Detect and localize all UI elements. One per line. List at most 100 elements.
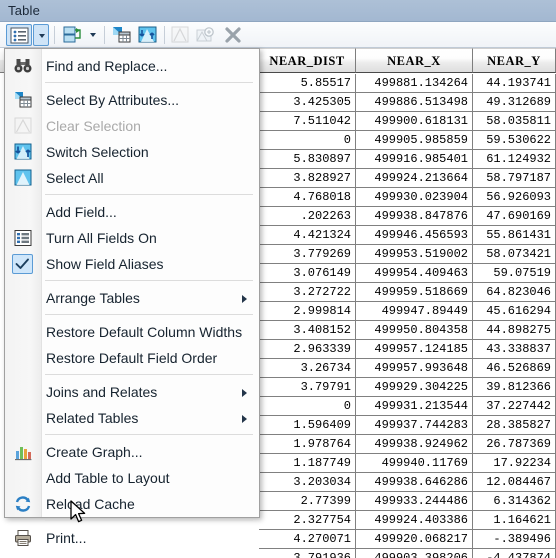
table-cell-near_dist[interactable]: 3.408152 — [259, 321, 356, 340]
table-cell-near_y[interactable]: 59.530622 — [473, 131, 556, 150]
table-cell-near_dist[interactable]: 5.830897 — [259, 150, 356, 169]
table-cell-near_y[interactable]: -.389496 — [473, 530, 556, 549]
table-cell-near_dist[interactable]: 2.999814 — [259, 302, 356, 321]
column-header-near_y[interactable]: NEAR_Y — [473, 48, 556, 73]
table-cell-near_y[interactable]: 58.073421 — [473, 245, 556, 264]
column-header-near_x[interactable]: NEAR_X — [356, 48, 473, 73]
table-cell-near_y[interactable]: 45.616294 — [473, 302, 556, 321]
table-cell-near_dist[interactable]: 3.828927 — [259, 169, 356, 188]
table-cell-near_dist[interactable]: 1.978764 — [259, 435, 356, 454]
table-cell-near_dist[interactable]: 3.779269 — [259, 245, 356, 264]
table-cell-near_y[interactable]: 44.193741 — [473, 74, 556, 93]
switch-selection-button[interactable] — [136, 24, 160, 46]
table-cell-near_x[interactable]: 499937.744283 — [356, 416, 473, 435]
table-cell-near_dist[interactable]: 3.076149 — [259, 264, 356, 283]
menu-item-reload-cache[interactable]: Reload Cache — [6, 491, 259, 517]
table-cell-near_dist[interactable]: 2.963339 — [259, 340, 356, 359]
table-cell-near_x[interactable]: 499920.068217 — [356, 530, 473, 549]
table-cell-near_x[interactable]: 499954.409463 — [356, 264, 473, 283]
zoom-to-selected-button[interactable] — [194, 24, 218, 46]
delete-button[interactable] — [222, 24, 244, 46]
table-cell-near_dist[interactable]: 0 — [259, 397, 356, 416]
table-cell-near_dist[interactable]: 3.203034 — [259, 473, 356, 492]
related-tables-dropdown[interactable] — [86, 24, 100, 46]
table-cell-near_y[interactable]: 1.164621 — [473, 511, 556, 530]
table-cell-near_dist[interactable]: 1.187749 — [259, 454, 356, 473]
table-cell-near_x[interactable]: 499924.403386 — [356, 511, 473, 530]
table-cell-near_y[interactable]: 37.227442 — [473, 397, 556, 416]
table-cell-near_x[interactable]: 499946.456593 — [356, 226, 473, 245]
table-cell-near_dist[interactable]: 1.596409 — [259, 416, 356, 435]
table-cell-near_x[interactable]: 499924.213664 — [356, 169, 473, 188]
table-cell-near_y[interactable]: 64.823046 — [473, 283, 556, 302]
menu-item-arrange-tables[interactable]: Arrange Tables — [6, 285, 259, 311]
table-cell-near_y[interactable]: 61.124932 — [473, 150, 556, 169]
table-cell-near_dist[interactable]: 3.425305 — [259, 93, 356, 112]
table-cell-near_y[interactable]: 58.797187 — [473, 169, 556, 188]
select-by-attributes-button[interactable] — [110, 24, 134, 46]
table-cell-near_y[interactable]: 28.385827 — [473, 416, 556, 435]
table-cell-near_y[interactable]: 47.690169 — [473, 207, 556, 226]
table-cell-near_y[interactable]: 17.92234 — [473, 454, 556, 473]
table-cell-near_y[interactable]: 39.812366 — [473, 378, 556, 397]
table-cell-near_y[interactable]: 6.314362 — [473, 492, 556, 511]
table-cell-near_x[interactable]: 499938.847876 — [356, 207, 473, 226]
table-cell-near_x[interactable]: 499930.023904 — [356, 188, 473, 207]
table-cell-near_dist[interactable]: 4.768018 — [259, 188, 356, 207]
table-cell-near_dist[interactable]: 3.26734 — [259, 359, 356, 378]
table-cell-near_y[interactable]: 26.787369 — [473, 435, 556, 454]
menu-item-switch-selection[interactable]: Switch Selection — [6, 139, 259, 165]
table-cell-near_dist[interactable]: 3.272722 — [259, 283, 356, 302]
table-cell-near_y[interactable]: 56.926093 — [473, 188, 556, 207]
table-cell-near_dist[interactable]: .202263 — [259, 207, 356, 226]
menu-item-print[interactable]: Print... — [6, 525, 259, 551]
menu-item-restore-default-field-order[interactable]: Restore Default Field Order — [6, 345, 259, 371]
table-cell-near_dist[interactable]: 4.270071 — [259, 530, 356, 549]
table-cell-near_dist[interactable]: 7.511042 — [259, 112, 356, 131]
table-cell-near_y[interactable]: 44.898275 — [473, 321, 556, 340]
table-cell-near_x[interactable]: 499947.89449 — [356, 302, 473, 321]
menu-item-add-table-to-layout[interactable]: Add Table to Layout — [6, 465, 259, 491]
table-cell-near_y[interactable]: 58.035811 — [473, 112, 556, 131]
table-options-dropdown[interactable] — [33, 24, 49, 46]
table-cell-near_dist[interactable]: 5.85517 — [259, 74, 356, 93]
table-cell-near_x[interactable]: 499953.519002 — [356, 245, 473, 264]
clear-selection-button[interactable] — [169, 24, 193, 46]
table-cell-near_x[interactable]: 499903.398206 — [356, 549, 473, 558]
table-cell-near_dist[interactable]: 2.327754 — [259, 511, 356, 530]
menu-item-find-and-replace[interactable]: Find and Replace... — [6, 53, 259, 79]
menu-item-select-all[interactable]: Select All — [6, 165, 259, 191]
table-cell-near_x[interactable]: 499957.124185 — [356, 340, 473, 359]
table-cell-near_x[interactable]: 499881.134264 — [356, 74, 473, 93]
table-cell-near_x[interactable]: 499950.804358 — [356, 321, 473, 340]
menu-item-show-field-aliases[interactable]: Show Field Aliases — [6, 251, 259, 277]
table-cell-near_dist[interactable]: 2.77399 — [259, 492, 356, 511]
table-cell-near_x[interactable]: 499900.618131 — [356, 112, 473, 131]
menu-item-related-tables[interactable]: Related Tables — [6, 405, 259, 431]
table-cell-near_x[interactable]: 499929.304225 — [356, 378, 473, 397]
table-cell-near_dist[interactable]: 4.421324 — [259, 226, 356, 245]
table-cell-near_y[interactable]: 49.312689 — [473, 93, 556, 112]
menu-item-restore-default-column-widths[interactable]: Restore Default Column Widths — [6, 319, 259, 345]
table-cell-near_x[interactable]: 499916.985401 — [356, 150, 473, 169]
menu-item-add-field[interactable]: Add Field... — [6, 199, 259, 225]
table-cell-near_x[interactable]: 499886.513498 — [356, 93, 473, 112]
table-cell-near_x[interactable]: 499933.244486 — [356, 492, 473, 511]
table-cell-near_dist[interactable]: 3.791936 — [259, 549, 356, 558]
table-cell-near_x[interactable]: 499959.518669 — [356, 283, 473, 302]
menu-item-select-by-attributes[interactable]: Select By Attributes... — [6, 87, 259, 113]
menu-item-joins-and-relates[interactable]: Joins and Relates — [6, 379, 259, 405]
column-header-near_dist[interactable]: NEAR_DIST — [259, 48, 356, 73]
table-cell-near_x[interactable]: 499957.993648 — [356, 359, 473, 378]
menu-item-create-graph[interactable]: Create Graph... — [6, 439, 259, 465]
table-options-button[interactable] — [6, 24, 32, 46]
related-tables-button[interactable] — [61, 24, 85, 46]
table-cell-near_y[interactable]: -4.437874 — [473, 549, 556, 558]
table-cell-near_y[interactable]: 12.084467 — [473, 473, 556, 492]
table-cell-near_y[interactable]: 55.861431 — [473, 226, 556, 245]
menu-item-reports[interactable]: Reports — [6, 551, 259, 558]
table-cell-near_x[interactable]: 499905.985859 — [356, 131, 473, 150]
table-cell-near_y[interactable]: 46.526869 — [473, 359, 556, 378]
table-cell-near_dist[interactable]: 3.79791 — [259, 378, 356, 397]
table-cell-near_y[interactable]: 59.07519 — [473, 264, 556, 283]
